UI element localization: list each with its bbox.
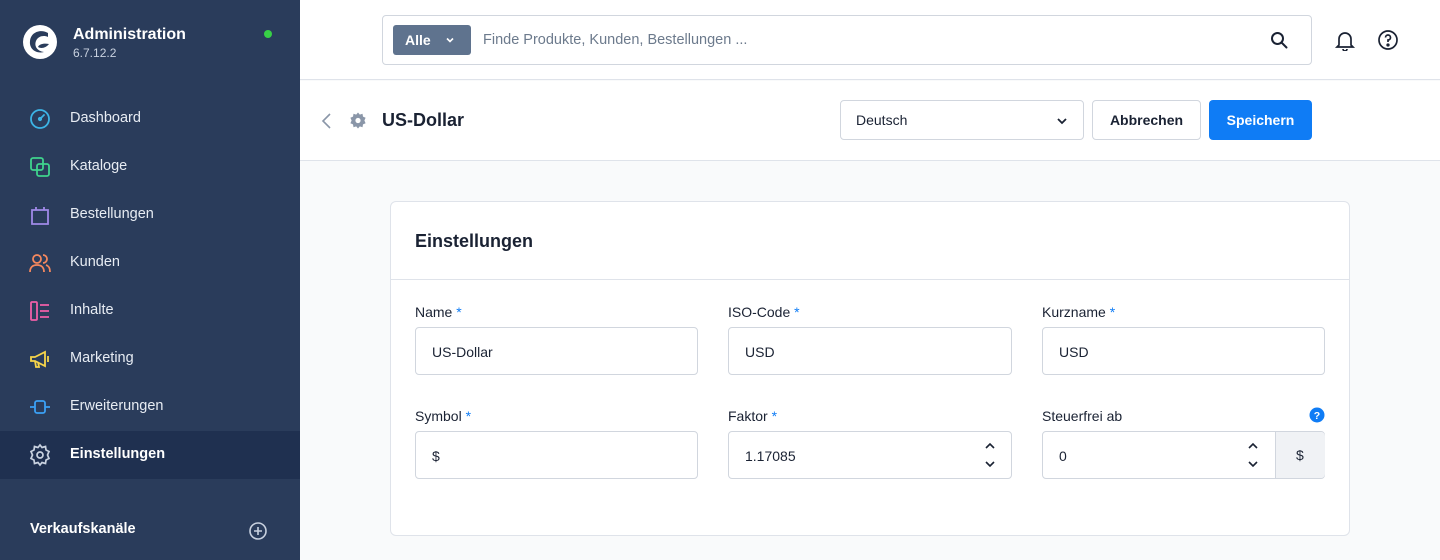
sidebar-item-customers[interactable]: Kunden [0,239,300,287]
required-marker: * [771,408,778,424]
sidebar-item-label: Kataloge [70,158,128,174]
chevron-down-icon [446,37,454,43]
catalog-icon [30,157,50,177]
sidebar-item-extensions[interactable]: Erweiterungen [0,383,300,431]
plug-icon [30,400,50,414]
sidebar-item-label: Erweiterungen [70,398,164,414]
name-field[interactable]: US-Dollar [415,327,698,375]
settings-card: Einstellungen Name * ISO-Code * Kurzname… [390,201,1350,536]
name-field-value: US-Dollar [432,344,493,360]
sales-channels-title: Verkaufskanäle [30,521,136,537]
iso-code-label: ISO-Code * [728,304,800,320]
shopping-bag-icon [31,207,49,225]
info-icon[interactable]: ? [1309,407,1325,423]
search-input[interactable] [483,26,1243,54]
sidebar-item-orders[interactable]: Bestellungen [0,191,300,239]
tax-free-from-label: Steuerfrei ab [1042,408,1123,424]
bell-icon[interactable] [1334,29,1356,51]
name-label: Name * [415,304,462,320]
shopware-logo-icon[interactable] [22,24,58,60]
symbol-field[interactable]: $ [415,431,698,479]
sidebar: Administration 6.7.12.2 Dashboard Katalo… [0,0,300,560]
sidebar-item-settings[interactable]: Einstellungen [0,431,300,479]
app-version: 6.7.12.2 [73,46,117,60]
iso-code-field-value: USD [745,344,775,360]
symbol-label: Symbol * [415,408,471,424]
short-name-field-value: USD [1059,344,1089,360]
number-stepper-icon[interactable] [983,438,997,472]
currency-suffix: $ [1275,432,1325,478]
symbol-label-text: Symbol [415,408,462,424]
language-select[interactable]: Deutsch [840,100,1084,140]
add-sales-channel-icon[interactable] [248,521,268,541]
save-button[interactable]: Speichern [1209,100,1312,140]
short-name-field[interactable]: USD [1042,327,1325,375]
page-title: US-Dollar [382,110,465,130]
cancel-button[interactable]: Abbrechen [1092,100,1201,140]
svg-text:?: ? [1314,410,1320,422]
required-marker: * [456,304,462,320]
global-search: Alle [382,15,1312,65]
required-marker: * [1109,304,1116,320]
iso-code-label-text: ISO-Code [728,304,791,320]
sidebar-item-label: Marketing [70,350,134,366]
content-icon [30,301,49,321]
sidebar-item-label: Bestellungen [70,206,154,222]
app-title: Administration [73,26,186,43]
required-marker: * [465,408,472,424]
language-select-value: Deutsch [856,112,908,128]
megaphone-icon [30,350,49,368]
sidebar-item-catalogs[interactable]: Kataloge [0,143,300,191]
required-marker: * [794,304,800,320]
chevron-down-icon [1057,118,1067,125]
short-name-label: Kurzname * [1042,304,1115,320]
iso-code-field[interactable]: USD [728,327,1012,375]
sidebar-item-marketing[interactable]: Marketing [0,335,300,383]
sidebar-item-label: Kunden [70,254,120,270]
search-icon[interactable] [1269,30,1289,50]
factor-field-value: 1.17085 [745,448,796,464]
sidebar-item-label: Einstellungen [70,446,166,462]
factor-field[interactable]: 1.17085 [728,431,1012,479]
online-status-dot [264,30,272,38]
card-divider [391,279,1349,280]
short-name-label-text: Kurzname [1042,304,1106,320]
search-type-label: Alle [405,32,431,48]
tax-free-from-value: 0 [1059,448,1067,464]
symbol-field-value: $ [432,448,440,464]
tax-free-from-field[interactable]: 0 $ [1042,431,1325,479]
users-icon [29,254,51,273]
settings-module-icon [350,112,366,129]
factor-label: Faktor * [728,408,777,424]
currency-suffix-symbol: $ [1296,447,1304,463]
help-icon[interactable] [1377,29,1399,51]
dashboard-icon [30,109,50,129]
gear-icon [29,443,51,467]
sidebar-item-dashboard[interactable]: Dashboard [0,95,300,143]
sidebar-item-content[interactable]: Inhalte [0,287,300,335]
factor-label-text: Faktor [728,408,768,424]
search-type-dropdown[interactable]: Alle [393,25,471,55]
smart-bar: US-Dollar Deutsch Abbrechen Speichern [300,81,1440,161]
sidebar-item-label: Dashboard [70,110,141,126]
name-label-text: Name [415,304,453,320]
top-bar: Alle [300,0,1440,80]
number-stepper-icon[interactable] [1246,438,1260,472]
sidebar-item-label: Inhalte [70,302,114,318]
back-arrow-icon[interactable] [320,111,334,131]
card-title: Einstellungen [415,231,534,251]
